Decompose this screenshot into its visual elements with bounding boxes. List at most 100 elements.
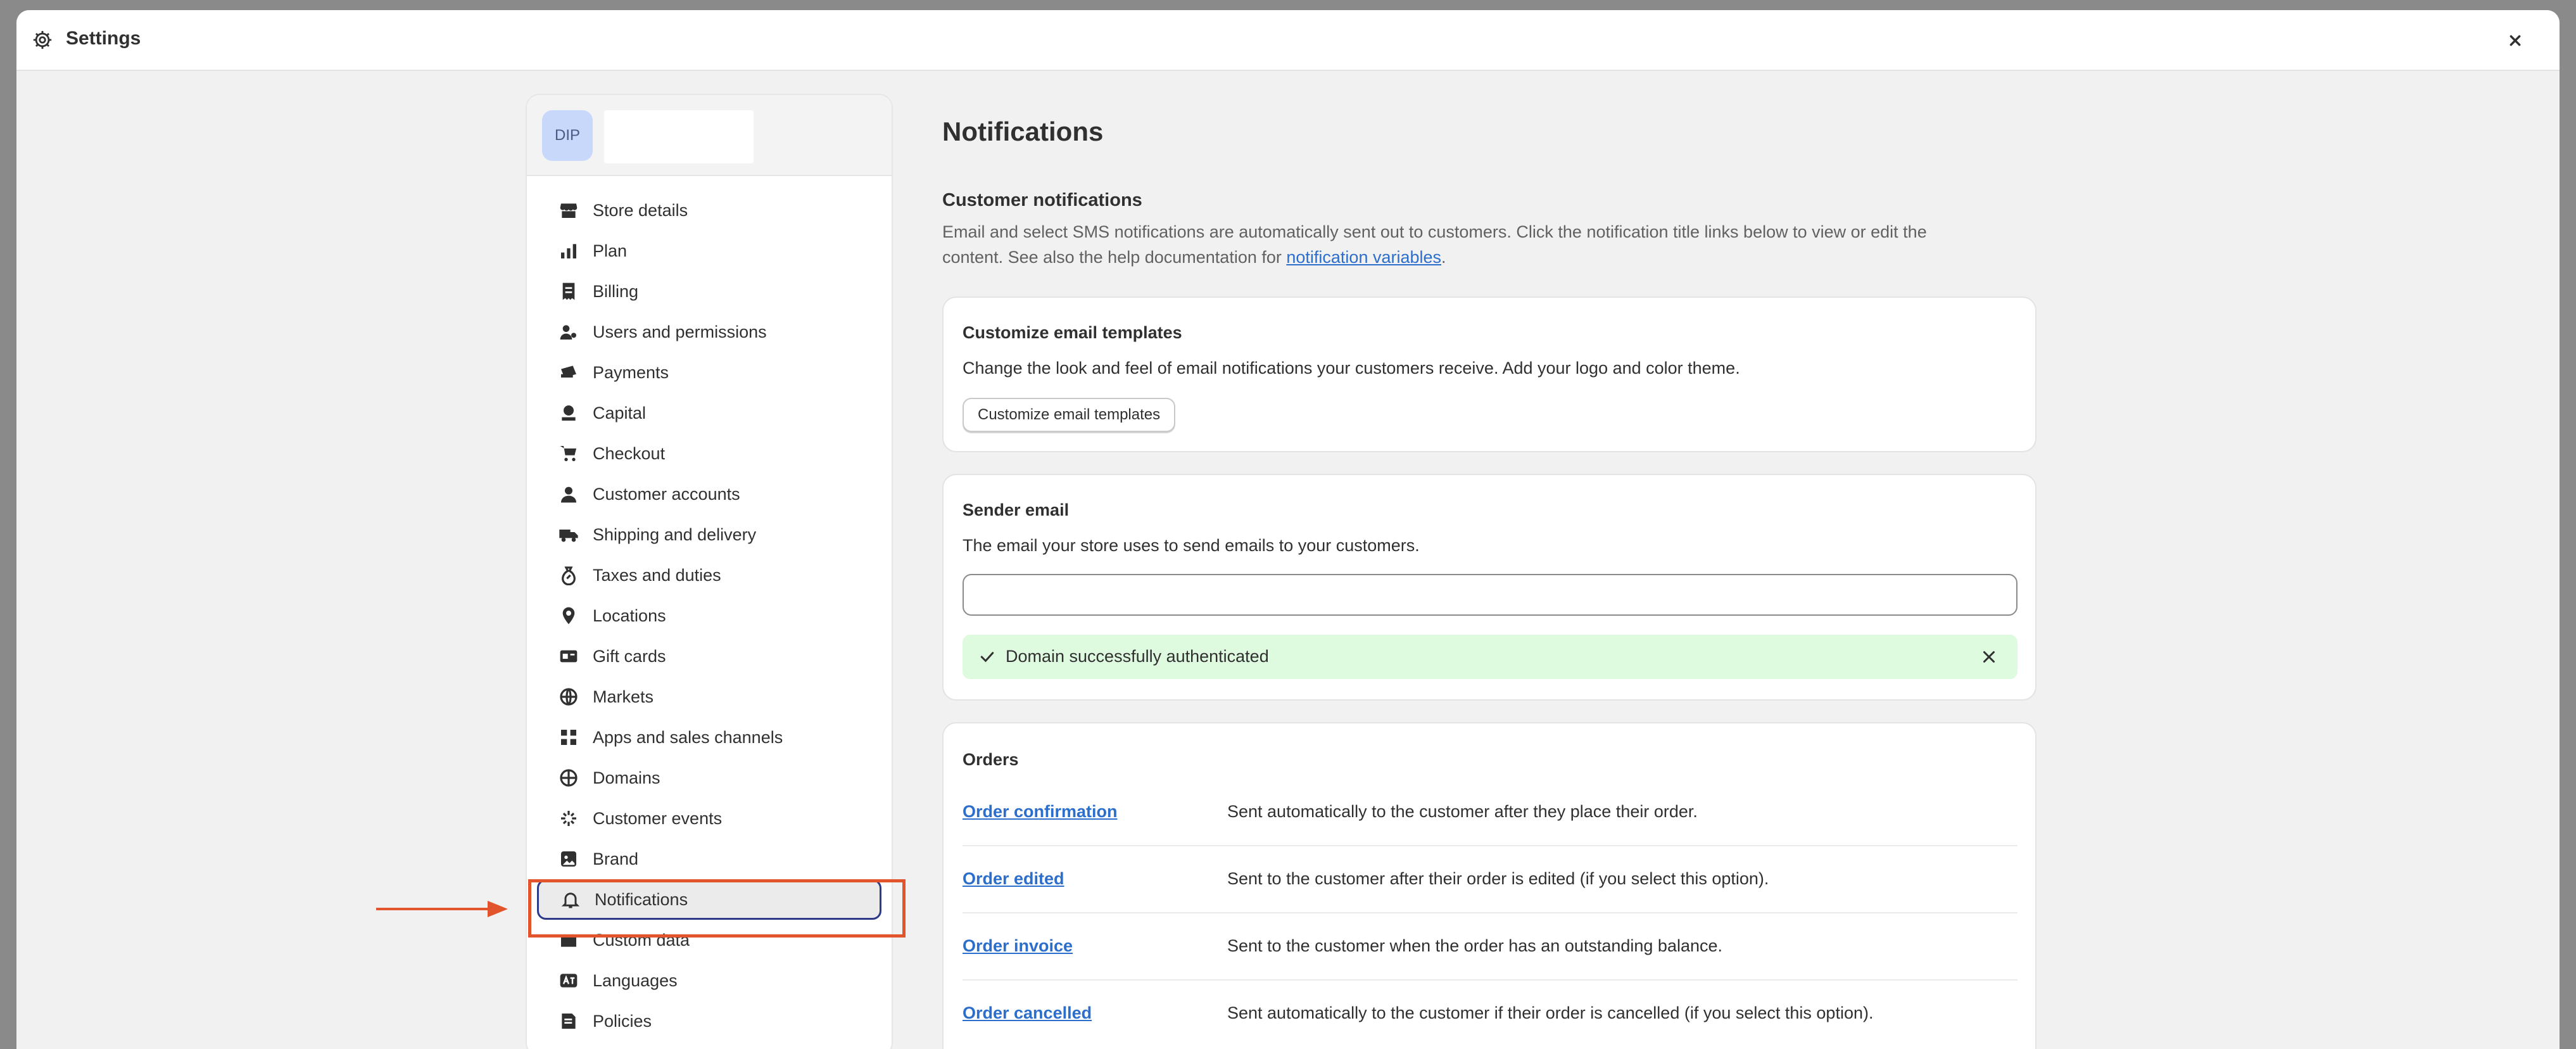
sidebar-item-domains[interactable]: Domains (537, 758, 881, 798)
order-row-description: Sent automatically to the customer if th… (1227, 1003, 1874, 1022)
card-title: Sender email (963, 500, 1070, 519)
close-icon[interactable] (2505, 30, 2525, 51)
customize-email-templates-button[interactable]: Customize email templates (963, 398, 1176, 432)
section-description-line: content. See also the help documentation… (942, 245, 2019, 270)
orders-card: Orders Order confirmation Sent automatic… (942, 722, 2036, 1049)
order-confirmation-link[interactable]: Order confirmation (963, 802, 1118, 822)
sidebar-item-languages[interactable]: Languages (537, 960, 881, 1001)
title-bar: Settings (16, 10, 2560, 71)
sidebar-item-label: Taxes and duties (593, 565, 721, 585)
sidebar-item-payments[interactable]: Payments (537, 352, 881, 393)
store-header: DIP (527, 95, 892, 176)
sidebar-item-label: Checkout (593, 443, 666, 463)
sidebar-item-label: Plan (593, 241, 628, 260)
order-invoice-link[interactable]: Order invoice (963, 936, 1073, 956)
annotation-highlight-box (528, 879, 906, 938)
section-title: Customer notifications (942, 190, 1142, 210)
section-description-text: content. See also the help documentation… (942, 248, 1287, 267)
order-row-description: Sent to the customer when the order has … (1227, 936, 1723, 955)
sidebar-item-shipping[interactable]: Shipping and delivery (537, 514, 881, 555)
sidebar-item-policies[interactable]: Policies (537, 1001, 881, 1041)
banner-text: Domain successfully authenticated (1006, 647, 1269, 666)
section-description: Email and select SMS notifications are a… (942, 219, 2019, 270)
notification-variables-link[interactable]: notification variables (1286, 248, 1441, 267)
order-edited-link[interactable]: Order edited (963, 869, 1064, 889)
location-pin-icon (562, 607, 575, 625)
apps-icon (561, 730, 576, 745)
sidebar-item-label: Locations (593, 606, 666, 625)
dismiss-icon[interactable] (1979, 647, 1998, 666)
sidebar-item-users[interactable]: Users and permissions (537, 312, 881, 352)
brand-icon (561, 851, 576, 867)
sidebar-item-plan[interactable]: Plan (537, 231, 881, 271)
sidebar-item-label: Gift cards (593, 646, 666, 666)
customize-email-card: Customize email templates Change the loo… (942, 296, 2036, 452)
checkmark-icon (980, 652, 994, 663)
order-row: Order invoice Sent to the customer when … (963, 913, 2017, 981)
gear-icon (33, 30, 52, 49)
gift-card-icon (560, 650, 578, 663)
sidebar-item-label: Customer accounts (593, 484, 740, 504)
sidebar-item-label: Domains (593, 768, 660, 787)
sidebar-item-checkout[interactable]: Checkout (537, 433, 881, 474)
sidebar-item-label: Billing (593, 281, 639, 301)
sidebar-item-label: Users and permissions (593, 322, 767, 341)
order-row-description: Sent to the customer after their order i… (1227, 869, 1769, 888)
sidebar-item-billing[interactable]: Billing (537, 271, 881, 312)
window-title: Settings (66, 28, 141, 49)
sender-email-card: Sender email The email your store uses t… (942, 474, 2036, 701)
events-icon (561, 811, 576, 826)
order-row-description: Sent automatically to the customer after… (1227, 802, 1698, 821)
globe-icon (560, 688, 578, 706)
order-row: Order confirmation Sent automatically to… (963, 779, 2017, 846)
card-text: Change the look and feel of email notifi… (963, 359, 1740, 378)
store-name (604, 110, 754, 163)
person-icon (561, 486, 576, 503)
sidebar-item-label: Payments (593, 362, 669, 382)
order-row: Order edited Sent to the customer after … (963, 846, 2017, 913)
sidebar-item-label: Capital (593, 403, 647, 423)
truck-icon (559, 530, 578, 542)
plan-icon (561, 244, 576, 258)
capital-icon (562, 405, 576, 421)
section-description-line: Email and select SMS notifications are a… (942, 222, 1927, 241)
sidebar-item-label: Languages (593, 970, 678, 990)
sidebar-item-markets[interactable]: Markets (537, 677, 881, 717)
card-text: The email your store uses to send emails… (963, 536, 1420, 555)
tax-icon (562, 566, 576, 585)
store-avatar[interactable]: DIP (542, 110, 593, 161)
section-description-suffix: . (1441, 248, 1446, 267)
users-icon (560, 325, 576, 340)
sidebar-item-taxes[interactable]: Taxes and duties (537, 555, 881, 595)
domain-globe-icon (560, 769, 578, 787)
sidebar-item-label: Apps and sales channels (593, 727, 783, 747)
sidebar-item-store-details[interactable]: Store details (537, 190, 881, 231)
sidebar-item-label: Markets (593, 687, 654, 706)
order-row: Order cancelled Sent automatically to th… (963, 981, 2017, 1048)
sidebar-item-gift-cards[interactable]: Gift cards (537, 636, 881, 677)
languages-icon (560, 974, 578, 988)
sidebar-item-customer-events[interactable]: Customer events (537, 798, 881, 839)
billing-icon (562, 283, 575, 300)
sidebar-item-capital[interactable]: Capital (537, 393, 881, 433)
order-cancelled-link[interactable]: Order cancelled (963, 1003, 1092, 1023)
card-title: Customize email templates (963, 323, 1182, 342)
sidebar-item-label: Store details (593, 200, 688, 220)
sidebar-item-label: Brand (593, 849, 639, 868)
payments-icon (561, 366, 576, 378)
sidebar-item-apps[interactable]: Apps and sales channels (537, 717, 881, 758)
domain-auth-banner: Domain successfully authenticated (963, 635, 2017, 679)
store-icon (560, 203, 578, 218)
annotation-arrow-icon (376, 901, 508, 917)
sidebar-item-label: Shipping and delivery (593, 524, 757, 544)
page-title: Notifications (942, 117, 1104, 146)
sidebar-item-label: Policies (593, 1011, 652, 1031)
sidebar-item-locations[interactable]: Locations (537, 595, 881, 636)
policies-icon (562, 1014, 576, 1029)
sidebar-item-customer-accounts[interactable]: Customer accounts (537, 474, 881, 514)
sidebar-item-brand[interactable]: Brand (537, 839, 881, 879)
card-title: Orders (963, 750, 1019, 769)
cart-icon (560, 446, 576, 461)
sender-email-input[interactable] (963, 574, 2017, 616)
sidebar-item-label: Customer events (593, 808, 723, 828)
